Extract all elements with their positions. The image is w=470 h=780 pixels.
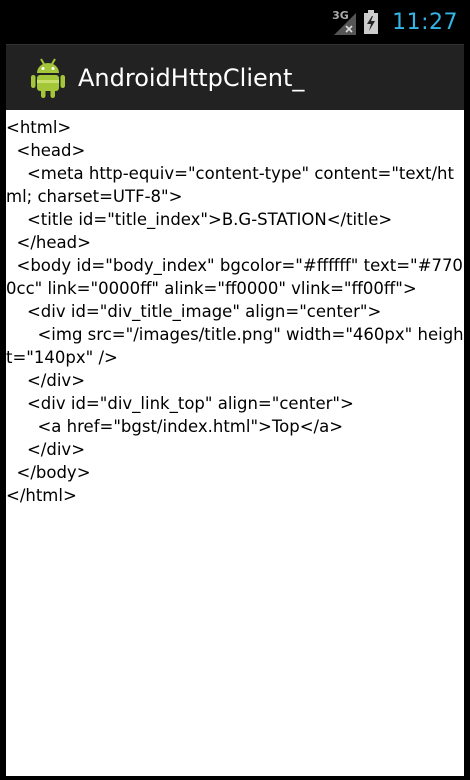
status-clock: 11:27: [392, 9, 458, 35]
action-bar: AndroidHttpClient_: [6, 44, 464, 111]
source-line: <html>: [6, 118, 72, 137]
source-line: <title id="title_index">B.G-STATION</tit…: [6, 210, 393, 229]
phone-screen: 3G 11:27 AndroidHttpClient_ <html> <head…: [0, 0, 470, 780]
bottom-edge: [0, 776, 470, 780]
source-line: </html>: [6, 486, 77, 505]
source-line: <body id="body_index" bgcolor="#ffffff" …: [6, 256, 463, 298]
battery-charging-icon: [364, 10, 379, 34]
source-line: </div>: [6, 440, 86, 459]
source-line: <div id="div_title_image" align="center"…: [6, 302, 382, 321]
status-bar: 3G 11:27: [0, 0, 470, 44]
html-source-text: <html> <head> <meta http-equiv="content-…: [6, 110, 464, 507]
app-title: AndroidHttpClient_: [78, 64, 305, 92]
source-line: </head>: [6, 233, 91, 252]
source-line: </body>: [6, 463, 91, 482]
source-line: <meta http-equiv="content-type" content=…: [6, 164, 454, 206]
source-line: </div>: [6, 371, 86, 390]
status-icons: 3G 11:27: [332, 6, 458, 38]
3g-signal-icon: 3G: [332, 9, 357, 35]
source-line: <img src="/images/title.png" width="460p…: [6, 325, 464, 367]
source-line: <a href="bgst/index.html">Top</a>: [6, 417, 344, 436]
source-line: <div id="div_link_top" align="center">: [6, 394, 354, 413]
android-robot-icon[interactable]: [28, 56, 68, 100]
source-line: <head>: [6, 141, 86, 160]
html-source-view[interactable]: <html> <head> <meta http-equiv="content-…: [6, 110, 464, 776]
